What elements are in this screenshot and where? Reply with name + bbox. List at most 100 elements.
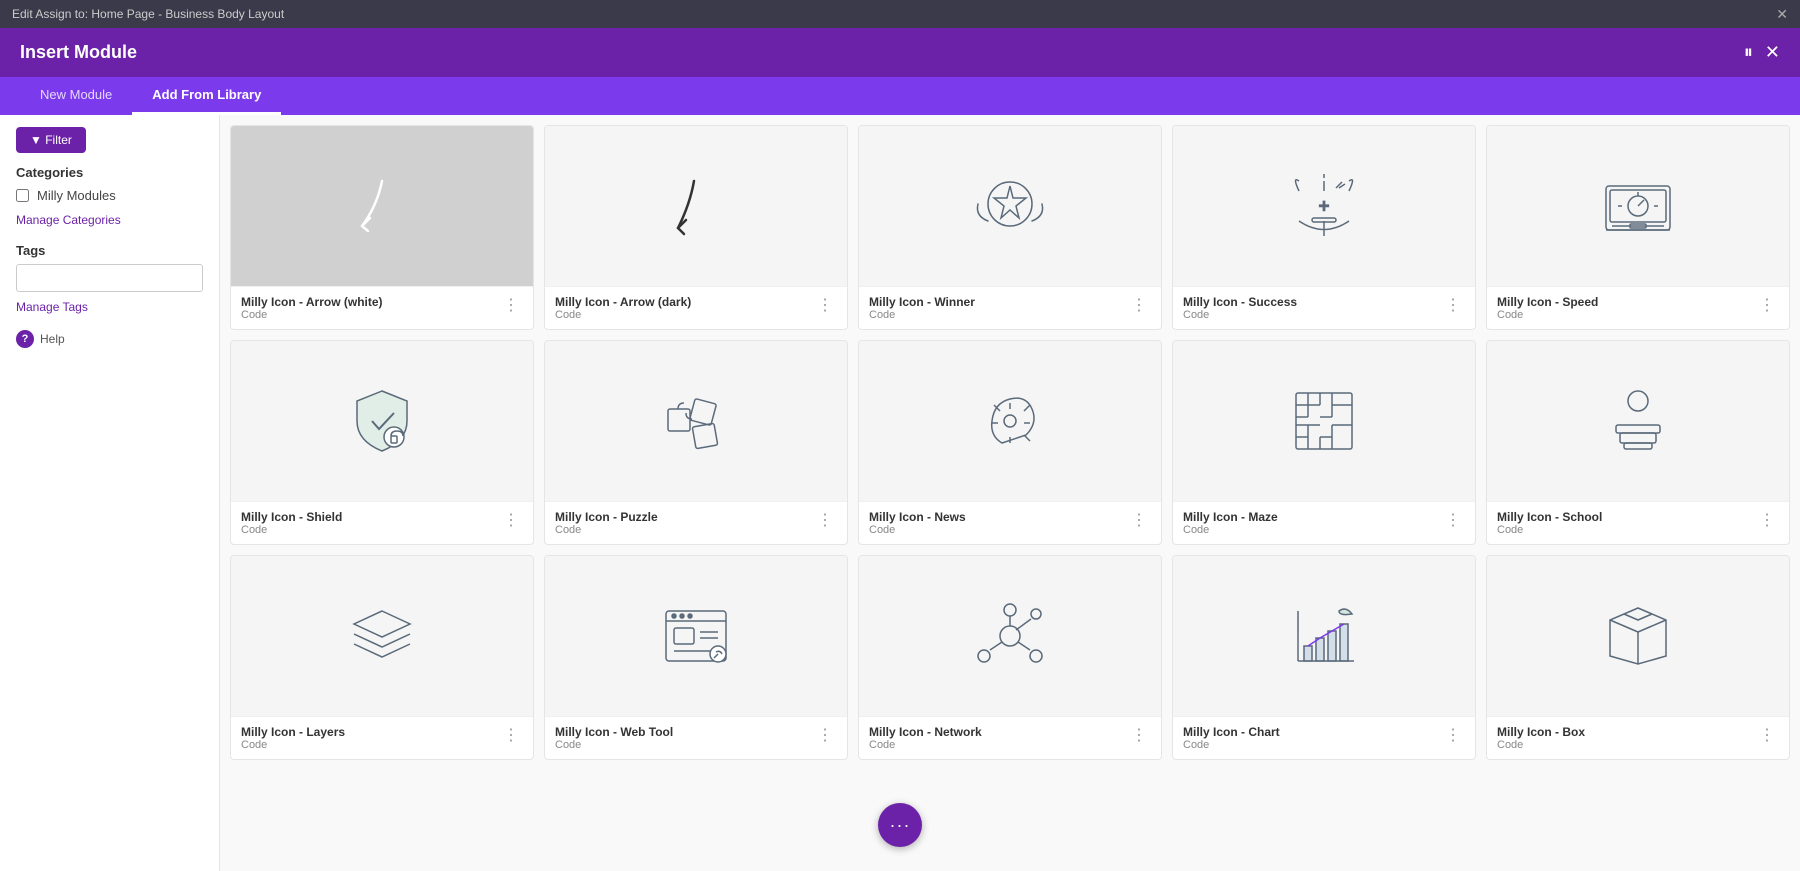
card-menu-button-network[interactable]: ⋮ <box>1127 725 1151 745</box>
manage-tags-link[interactable]: Manage Tags <box>16 300 203 314</box>
card-name-shield: Milly Icon - Shield <box>241 510 499 524</box>
content-area: Milly Icon - Arrow (white) Code ⋮ Milly … <box>220 115 1800 871</box>
card-type-network: Code <box>869 739 1127 751</box>
card-menu-button-shield[interactable]: ⋮ <box>499 510 523 530</box>
card-info-shield: Milly Icon - Shield Code <box>241 510 499 536</box>
card-info-news: Milly Icon - News Code <box>869 510 1127 536</box>
card-layers[interactable]: Milly Icon - Layers Code ⋮ <box>230 555 534 760</box>
card-arrow-white[interactable]: Milly Icon - Arrow (white) Code ⋮ <box>230 125 534 330</box>
card-type-web-tool: Code <box>555 739 813 751</box>
categories-title: Categories <box>16 165 203 180</box>
modal-header: Insert Module ⏸ ✕ <box>0 28 1800 77</box>
card-preview-arrow-dark <box>545 126 847 286</box>
card-name-success: Milly Icon - Success <box>1183 295 1441 309</box>
card-preview-winner <box>859 126 1161 286</box>
card-preview-shield <box>231 341 533 501</box>
card-info-maze: Milly Icon - Maze Code <box>1183 510 1441 536</box>
card-menu-button-box[interactable]: ⋮ <box>1755 725 1779 745</box>
card-menu-button-layers[interactable]: ⋮ <box>499 725 523 745</box>
card-type-chart: Code <box>1183 739 1441 751</box>
card-type-arrow-white: Code <box>241 309 499 321</box>
tags-title: Tags <box>16 243 203 258</box>
modal-close-button[interactable]: ✕ <box>1765 42 1780 63</box>
card-info-chart: Milly Icon - Chart Code <box>1183 725 1441 751</box>
card-box[interactable]: Milly Icon - Box Code ⋮ <box>1486 555 1790 760</box>
card-info-arrow-white: Milly Icon - Arrow (white) Code <box>241 295 499 321</box>
card-menu-button-arrow-dark[interactable]: ⋮ <box>813 295 837 315</box>
card-info-puzzle: Milly Icon - Puzzle Code <box>555 510 813 536</box>
card-speed[interactable]: Milly Icon - Speed Code ⋮ <box>1486 125 1790 330</box>
card-menu-button-chart[interactable]: ⋮ <box>1441 725 1465 745</box>
card-info-network: Milly Icon - Network Code <box>869 725 1127 751</box>
milly-modules-row: Milly Modules <box>16 188 203 203</box>
card-footer-box: Milly Icon - Box Code ⋮ <box>1487 716 1789 759</box>
card-menu-button-maze[interactable]: ⋮ <box>1441 510 1465 530</box>
filter-button[interactable]: ▼ Filter <box>16 127 86 153</box>
window-close-icon[interactable]: ✕ <box>1776 6 1788 23</box>
manage-categories-link[interactable]: Manage Categories <box>16 213 203 227</box>
help-row[interactable]: ? Help <box>16 330 203 348</box>
card-preview-network <box>859 556 1161 716</box>
milly-modules-checkbox[interactable] <box>16 189 29 202</box>
card-name-chart: Milly Icon - Chart <box>1183 725 1441 739</box>
card-name-arrow-white: Milly Icon - Arrow (white) <box>241 295 499 309</box>
card-preview-school <box>1487 341 1789 501</box>
card-winner[interactable]: Milly Icon - Winner Code ⋮ <box>858 125 1162 330</box>
card-type-box: Code <box>1497 739 1755 751</box>
card-menu-button-success[interactable]: ⋮ <box>1441 295 1465 315</box>
card-menu-button-news[interactable]: ⋮ <box>1127 510 1151 530</box>
card-puzzle[interactable]: Milly Icon - Puzzle Code ⋮ <box>544 340 848 545</box>
card-info-box: Milly Icon - Box Code <box>1497 725 1755 751</box>
card-info-layers: Milly Icon - Layers Code <box>241 725 499 751</box>
module-grid: Milly Icon - Arrow (white) Code ⋮ Milly … <box>230 125 1790 760</box>
sidebar: ▼ Filter Categories Milly Modules Manage… <box>0 115 220 871</box>
bottom-dots-icon: ··· <box>890 815 911 836</box>
card-arrow-dark[interactable]: Milly Icon - Arrow (dark) Code ⋮ <box>544 125 848 330</box>
svg-text:+: + <box>1319 196 1330 216</box>
card-footer-chart: Milly Icon - Chart Code ⋮ <box>1173 716 1475 759</box>
tags-input[interactable] <box>16 264 203 292</box>
main-layout: ▼ Filter Categories Milly Modules Manage… <box>0 115 1800 871</box>
window-bar: Edit Assign to: Home Page - Business Bod… <box>0 0 1800 28</box>
tab-new-module[interactable]: New Module <box>20 77 132 115</box>
card-menu-button-winner[interactable]: ⋮ <box>1127 295 1151 315</box>
modal-header-actions: ⏸ ✕ <box>1744 42 1780 63</box>
card-menu-button-speed[interactable]: ⋮ <box>1755 295 1779 315</box>
card-menu-button-school[interactable]: ⋮ <box>1755 510 1779 530</box>
card-type-success: Code <box>1183 309 1441 321</box>
card-footer-success: Milly Icon - Success Code ⋮ <box>1173 286 1475 329</box>
card-type-winner: Code <box>869 309 1127 321</box>
bottom-bar: ··· <box>878 803 922 847</box>
card-footer-arrow-white: Milly Icon - Arrow (white) Code ⋮ <box>231 286 533 329</box>
card-shield[interactable]: Milly Icon - Shield Code ⋮ <box>230 340 534 545</box>
card-menu-button-arrow-white[interactable]: ⋮ <box>499 295 523 315</box>
card-name-layers: Milly Icon - Layers <box>241 725 499 739</box>
help-icon: ? <box>16 330 34 348</box>
modal-pause-button[interactable]: ⏸ <box>1744 42 1753 63</box>
card-school[interactable]: Milly Icon - School Code ⋮ <box>1486 340 1790 545</box>
card-news[interactable]: Milly Icon - News Code ⋮ <box>858 340 1162 545</box>
card-preview-chart <box>1173 556 1475 716</box>
card-menu-button-web-tool[interactable]: ⋮ <box>813 725 837 745</box>
tab-add-from-library[interactable]: Add From Library <box>132 77 281 115</box>
card-footer-network: Milly Icon - Network Code ⋮ <box>859 716 1161 759</box>
card-web-tool[interactable]: Milly Icon - Web Tool Code ⋮ <box>544 555 848 760</box>
help-label: Help <box>40 332 65 346</box>
card-success[interactable]: + Milly Icon - Success Code ⋮ <box>1172 125 1476 330</box>
modal-container: Insert Module ⏸ ✕ New Module Add From Li… <box>0 28 1800 871</box>
card-maze[interactable]: Milly Icon - Maze Code ⋮ <box>1172 340 1476 545</box>
card-menu-button-puzzle[interactable]: ⋮ <box>813 510 837 530</box>
card-type-news: Code <box>869 524 1127 536</box>
card-preview-maze <box>1173 341 1475 501</box>
card-network[interactable]: Milly Icon - Network Code ⋮ <box>858 555 1162 760</box>
card-name-arrow-dark: Milly Icon - Arrow (dark) <box>555 295 813 309</box>
card-chart[interactable]: Milly Icon - Chart Code ⋮ <box>1172 555 1476 760</box>
card-info-success: Milly Icon - Success Code <box>1183 295 1441 321</box>
bottom-dots-button[interactable]: ··· <box>878 803 922 847</box>
card-preview-arrow-white <box>231 126 533 286</box>
card-name-puzzle: Milly Icon - Puzzle <box>555 510 813 524</box>
card-footer-school: Milly Icon - School Code ⋮ <box>1487 501 1789 544</box>
card-preview-puzzle <box>545 341 847 501</box>
card-info-school: Milly Icon - School Code <box>1497 510 1755 536</box>
card-footer-speed: Milly Icon - Speed Code ⋮ <box>1487 286 1789 329</box>
